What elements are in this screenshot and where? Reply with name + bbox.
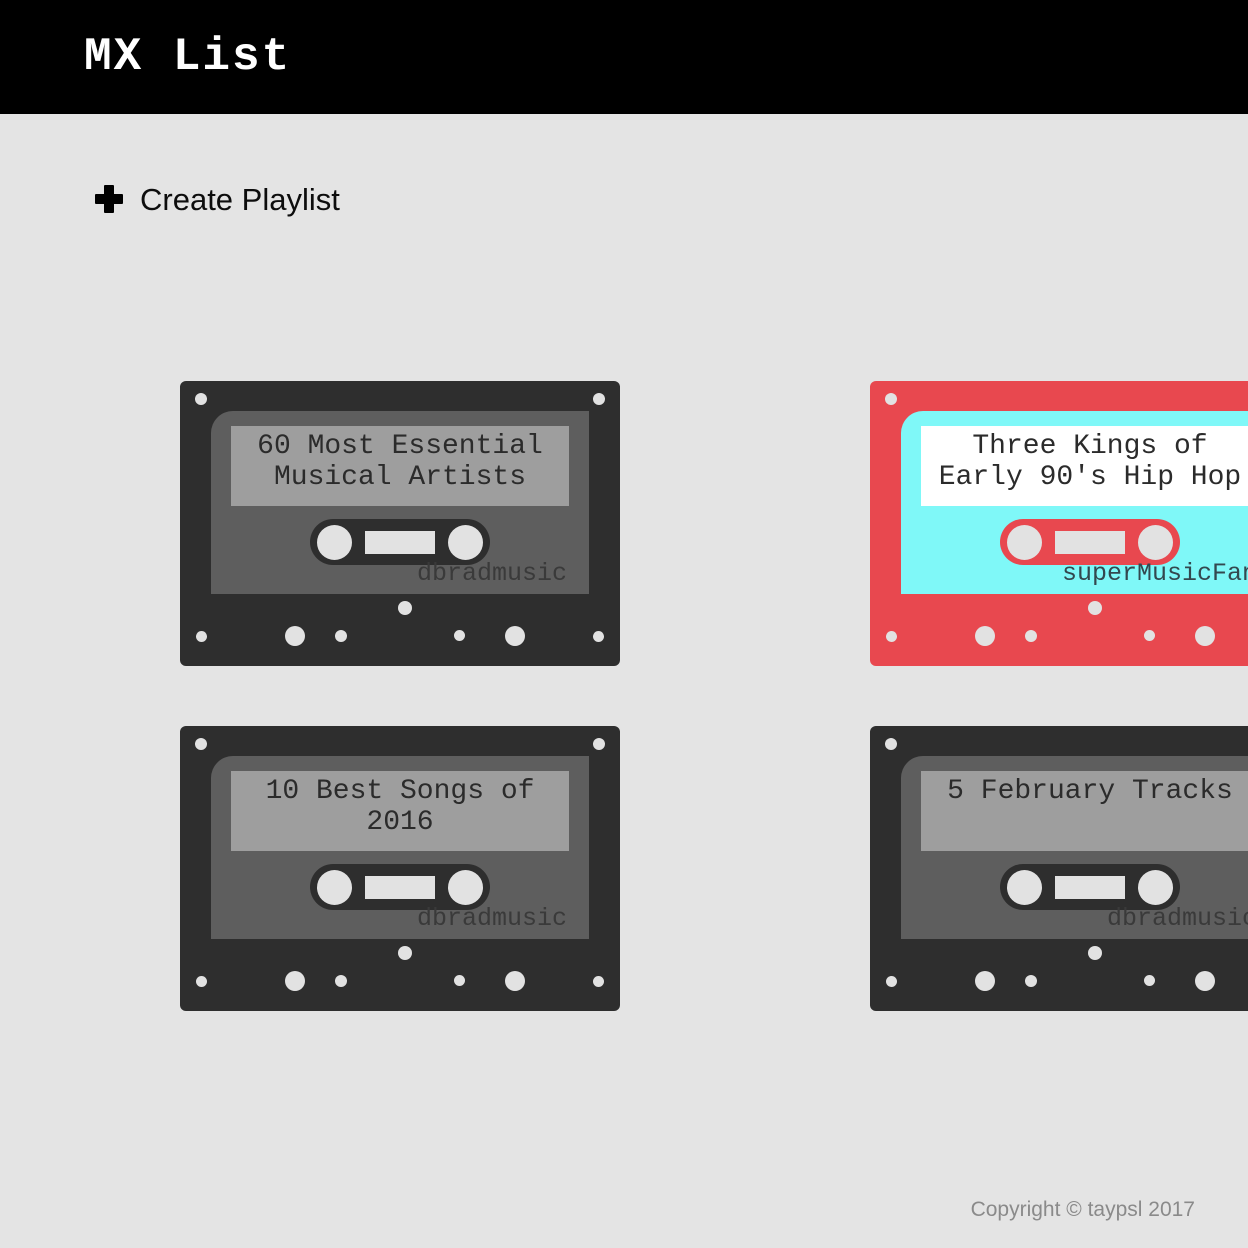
screw-icon	[885, 738, 897, 750]
reel-right-icon	[1138, 524, 1173, 560]
cassette-hole	[285, 626, 305, 646]
cassette-hole	[335, 975, 347, 987]
cassette-hole	[1195, 626, 1215, 646]
playlist-cassette[interactable]: 5 February Tracks dbradmusic	[870, 726, 1248, 1011]
cassette-hole	[975, 626, 995, 646]
playlist-title: 5 February Tracks	[947, 776, 1233, 807]
tape-window-icon	[1055, 875, 1125, 899]
cassette-hole	[975, 971, 995, 991]
screw-icon	[195, 738, 207, 750]
cassette-hole	[1088, 946, 1102, 960]
tape-window-icon	[1055, 530, 1125, 554]
cassette-title-strip: Three Kings of Early 90's Hip Hop	[921, 426, 1248, 506]
playlist-author: superMusicFan	[1061, 559, 1248, 588]
page-footer: Copyright © taypsl 2017	[0, 1199, 1248, 1221]
playlist-author: dbradmusic	[416, 904, 567, 933]
reel-left-icon	[1007, 524, 1042, 560]
playlist-author: dbradmusic	[416, 559, 567, 588]
create-playlist-label: Create Playlist	[140, 181, 340, 217]
cassette-hole	[1025, 975, 1037, 987]
reel-left-icon	[317, 524, 352, 560]
cassette-hole	[505, 626, 525, 646]
cassette-hole	[886, 976, 897, 987]
screw-icon	[885, 393, 897, 405]
cassette-hole	[1195, 971, 1215, 991]
cassette-title-strip: 10 Best Songs of 2016	[231, 771, 569, 851]
cassette-hole	[285, 971, 305, 991]
cassette-hole	[593, 631, 604, 642]
reel-right-icon	[448, 869, 483, 905]
playlist-author: dbradmusic	[1106, 904, 1248, 933]
screw-icon	[593, 393, 605, 405]
cassette-hole	[1025, 630, 1037, 642]
cassette-hole	[335, 630, 347, 642]
cassette-hole	[196, 976, 207, 987]
tape-window-icon	[365, 875, 435, 899]
reel-left-icon	[317, 869, 352, 905]
screw-icon	[195, 393, 207, 405]
playlist-title: 10 Best Songs of 2016	[265, 776, 535, 839]
copyright-text: Copyright © taypsl 2017	[970, 1198, 1195, 1221]
plus-icon	[92, 182, 126, 216]
cassette-hole	[454, 975, 465, 986]
cassette-inner-panel: Three Kings of Early 90's Hip Hop superM…	[901, 411, 1248, 594]
playlist-grid: 60 Most Essential Musical Artists dbradm…	[180, 381, 1248, 1071]
screw-icon	[593, 738, 605, 750]
playlist-cassette[interactable]: Three Kings of Early 90's Hip Hop superM…	[870, 381, 1248, 666]
playlist-cassette[interactable]: 10 Best Songs of 2016 dbradmusic	[180, 726, 620, 1011]
app-title: MX List	[84, 31, 292, 83]
cassette-hole	[1088, 601, 1102, 615]
cassette-hole	[593, 976, 604, 987]
cassette-hole	[886, 631, 897, 642]
cassette-inner-panel: 10 Best Songs of 2016 dbradmusic	[211, 756, 589, 939]
cassette-title-strip: 60 Most Essential Musical Artists	[231, 426, 569, 506]
cassette-title-strip: 5 February Tracks	[921, 771, 1248, 851]
app-header: MX List	[0, 0, 1248, 114]
cassette-hole	[1144, 975, 1155, 986]
reel-right-icon	[448, 524, 483, 560]
cassette-hole	[196, 631, 207, 642]
reel-right-icon	[1138, 869, 1173, 905]
reel-left-icon	[1007, 869, 1042, 905]
playlist-title: 60 Most Essential Musical Artists	[257, 431, 543, 494]
cassette-inner-panel: 60 Most Essential Musical Artists dbradm…	[211, 411, 589, 594]
cassette-hole	[398, 601, 412, 615]
playlist-cassette[interactable]: 60 Most Essential Musical Artists dbradm…	[180, 381, 620, 666]
cassette-hole	[1144, 630, 1155, 641]
cassette-hole	[454, 630, 465, 641]
cassette-hole	[398, 946, 412, 960]
tape-window-icon	[365, 530, 435, 554]
playlist-title: Three Kings of Early 90's Hip Hop	[938, 431, 1242, 494]
create-playlist-button[interactable]: Create Playlist	[92, 182, 340, 216]
cassette-hole	[505, 971, 525, 991]
cassette-inner-panel: 5 February Tracks dbradmusic	[901, 756, 1248, 939]
